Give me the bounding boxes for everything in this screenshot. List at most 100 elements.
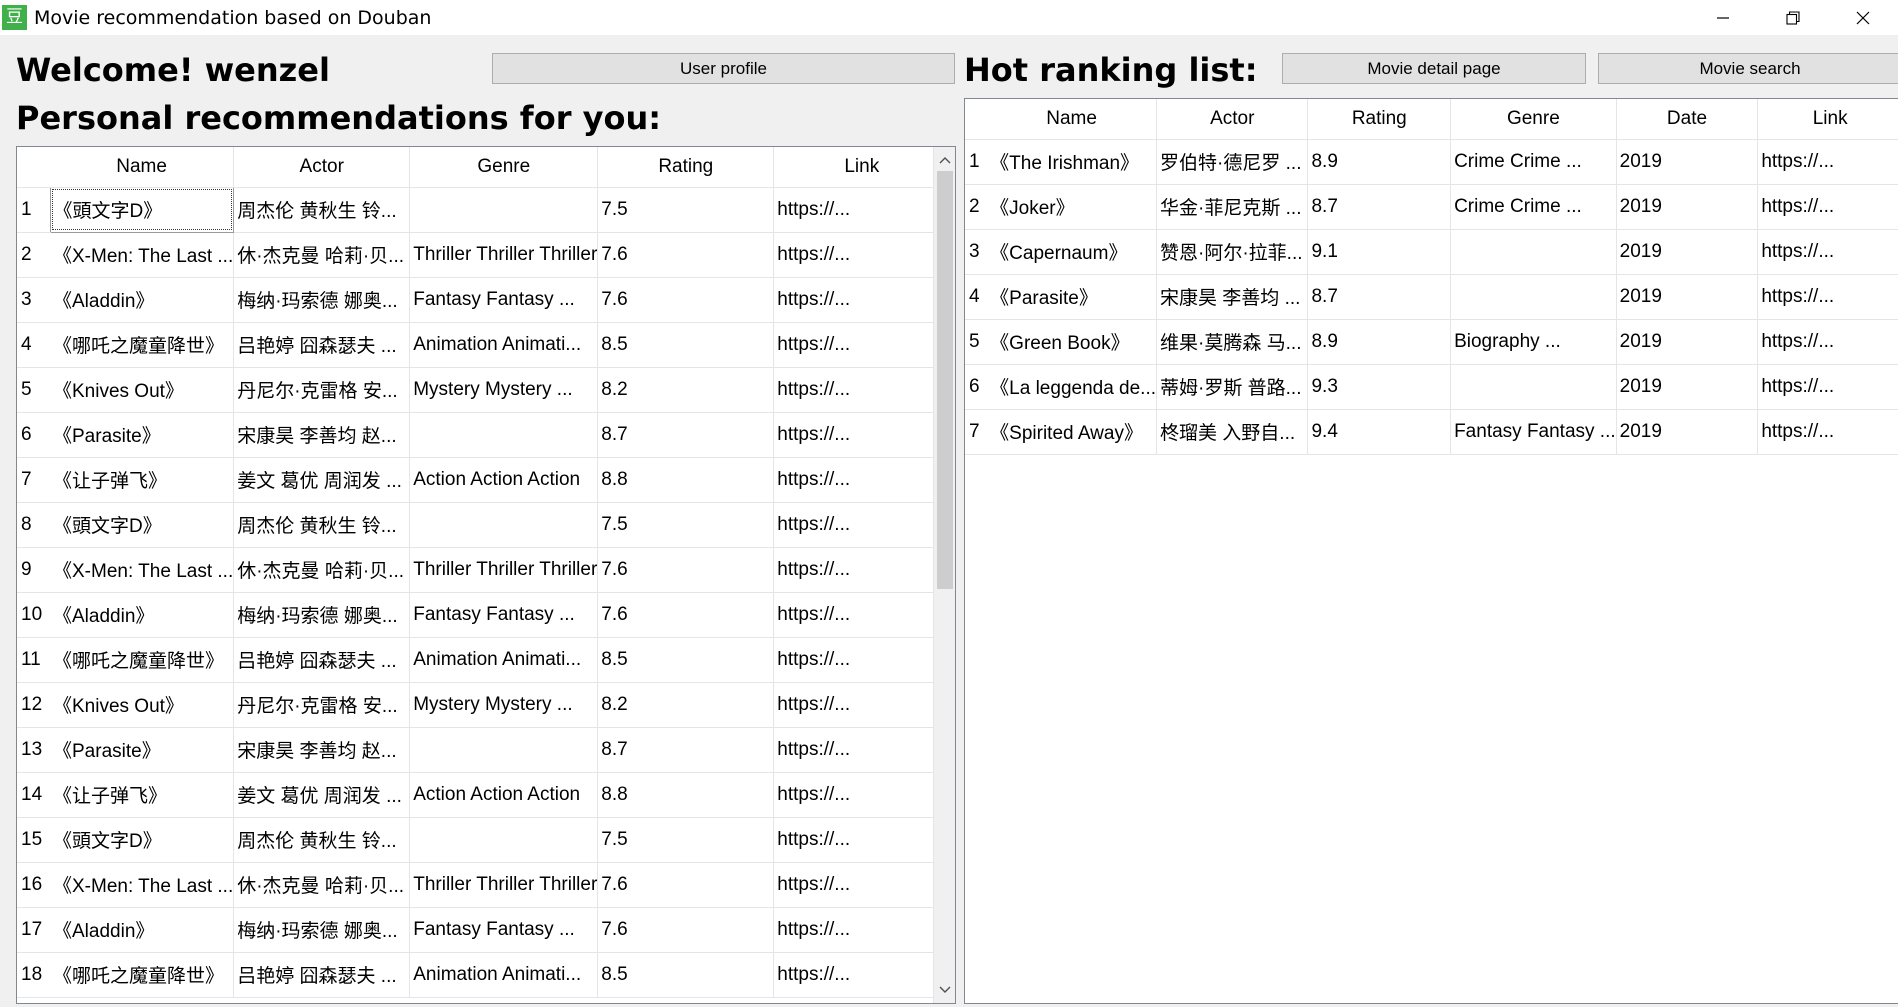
cell-genre[interactable]: Thriller Thriller Thriller <box>409 862 599 908</box>
cell-genre[interactable]: Crime Crime ... <box>1450 184 1617 230</box>
table-row[interactable]: 7 《Spirited Away》 柊瑠美 入野自... 9.4 Fantasy Fan… <box>965 409 1898 455</box>
table-row[interactable]: 18 《哪吒之魔童降世》 吕艳婷 囧森瑟夫 ... Animation Animati… <box>17 952 951 998</box>
close-button[interactable] <box>1828 0 1898 35</box>
cell-actor[interactable]: 吕艳婷 囧森瑟夫 ... <box>233 322 411 368</box>
cell-genre[interactable]: Animation Animati... <box>409 322 599 368</box>
table-row[interactable]: 14 《让子弹飞》 姜文 葛优 周润发 ... Action Action Actio… <box>17 772 951 818</box>
cell-genre[interactable] <box>409 817 599 863</box>
cell-rating[interactable]: 7.6 <box>597 547 775 593</box>
cell-actor[interactable]: 赞恩·阿尔·拉菲... <box>1156 229 1309 275</box>
cell-date[interactable]: 2019 <box>1616 409 1759 455</box>
cell-link[interactable]: https://... <box>773 817 951 863</box>
cell-name[interactable]: 《Aladdin》 <box>50 907 235 953</box>
cell-genre[interactable] <box>1450 229 1617 275</box>
cell-link[interactable]: https://... <box>773 907 951 953</box>
column-header-rating[interactable]: Rating <box>1307 99 1452 140</box>
cell-date[interactable]: 2019 <box>1616 229 1759 275</box>
cell-actor[interactable]: 休·杰克曼 哈莉·贝... <box>233 232 411 278</box>
scroll-up-arrow-icon[interactable] <box>934 149 955 171</box>
cell-date[interactable]: 2019 <box>1616 139 1759 185</box>
cell-rating[interactable]: 8.5 <box>597 637 775 683</box>
cell-rating[interactable]: 8.9 <box>1307 139 1452 185</box>
cell-genre[interactable] <box>409 412 599 458</box>
table-row[interactable]: 11 《哪吒之魔童降世》 吕艳婷 囧森瑟夫 ... Animation Animati… <box>17 637 951 683</box>
table-row[interactable]: 12 《Knives Out》 丹尼尔·克雷格 安... Mystery Myster… <box>17 682 951 728</box>
table-row[interactable]: 3 《Aladdin》 梅纳·玛索德 娜奥... Fantasy Fantasy ..… <box>17 277 951 323</box>
cell-genre[interactable]: Mystery Mystery ... <box>409 682 599 728</box>
table-row[interactable]: 6 《La leggenda de... 蒂姆·罗斯 普路... 9.3 2019 htt… <box>965 364 1898 410</box>
cell-link[interactable]: https://... <box>773 412 951 458</box>
cell-name[interactable]: 《頭文字D》 <box>50 817 235 863</box>
cell-name[interactable]: 《Parasite》 <box>50 727 235 773</box>
cell-actor[interactable]: 梅纳·玛索德 娜奥... <box>233 907 411 953</box>
cell-genre[interactable]: Thriller Thriller Thriller <box>409 232 599 278</box>
column-header-genre[interactable]: Genre <box>409 147 599 188</box>
column-header-rating[interactable]: Rating <box>597 147 775 188</box>
cell-rating[interactable]: 8.5 <box>597 322 775 368</box>
table-row[interactable]: 4 《哪吒之魔童降世》 吕艳婷 囧森瑟夫 ... Animation Animati.… <box>17 322 951 368</box>
table-row[interactable]: 17 《Aladdin》 梅纳·玛索德 娜奥... Fantasy Fantasy .… <box>17 907 951 953</box>
table-row[interactable]: 6 《Parasite》 宋康昊 李善均 赵... 8.7 https://... <box>17 412 951 458</box>
table-row[interactable]: 1 《The Irishman》 罗伯特·德尼罗 ... 8.9 Crime Crime… <box>965 139 1898 185</box>
cell-genre[interactable]: Action Action Action <box>409 772 599 818</box>
cell-link[interactable]: https://... <box>773 592 951 638</box>
cell-rating[interactable]: 7.6 <box>597 232 775 278</box>
cell-link[interactable]: https://... <box>773 862 951 908</box>
cell-rating[interactable]: 7.6 <box>597 277 775 323</box>
cell-genre[interactable]: Animation Animati... <box>409 637 599 683</box>
cell-genre[interactable] <box>1450 274 1617 320</box>
table-row[interactable]: 13 《Parasite》 宋康昊 李善均 赵... 8.7 https://... <box>17 727 951 773</box>
column-header-date[interactable]: Date <box>1616 99 1759 140</box>
cell-genre[interactable]: Crime Crime ... <box>1450 139 1617 185</box>
cell-name[interactable]: 《哪吒之魔童降世》 <box>50 322 235 368</box>
cell-link[interactable]: https://... <box>773 772 951 818</box>
cell-link[interactable]: https://... <box>1757 184 1898 230</box>
cell-actor[interactable]: 姜文 葛优 周润发 ... <box>233 772 411 818</box>
cell-name[interactable]: 《Parasite》 <box>987 274 1158 320</box>
cell-actor[interactable]: 蒂姆·罗斯 普路... <box>1156 364 1309 410</box>
cell-rating[interactable]: 7.6 <box>597 907 775 953</box>
table-row[interactable]: 4 《Parasite》 宋康昊 李善均 ... 8.7 2019 https://... <box>965 274 1898 320</box>
cell-name[interactable]: 《Green Book》 <box>987 319 1158 365</box>
cell-link[interactable]: https://... <box>773 457 951 503</box>
table-row[interactable]: 10 《Aladdin》 梅纳·玛索德 娜奥... Fantasy Fantasy .… <box>17 592 951 638</box>
cell-rating[interactable]: 8.9 <box>1307 319 1452 365</box>
cell-link[interactable]: https://... <box>773 727 951 773</box>
cell-link[interactable]: https://... <box>1757 364 1898 410</box>
cell-genre[interactable] <box>409 727 599 773</box>
cell-name[interactable]: 《X-Men: The Last ... <box>50 547 235 593</box>
cell-link[interactable]: https://... <box>773 187 951 233</box>
cell-rating[interactable]: 8.2 <box>597 367 775 413</box>
cell-genre[interactable]: Fantasy Fantasy ... <box>1450 409 1617 455</box>
cell-actor[interactable]: 休·杰克曼 哈莉·贝... <box>233 547 411 593</box>
column-header-actor[interactable]: Actor <box>1156 99 1309 140</box>
cell-genre[interactable] <box>409 187 599 233</box>
cell-rating[interactable]: 8.7 <box>597 727 775 773</box>
vertical-scrollbar[interactable] <box>933 147 955 1003</box>
cell-genre[interactable] <box>409 502 599 548</box>
cell-date[interactable]: 2019 <box>1616 364 1759 410</box>
cell-name[interactable]: 《La leggenda de... <box>987 364 1158 410</box>
cell-name[interactable]: 《Joker》 <box>987 184 1158 230</box>
table-row[interactable]: 15 《頭文字D》 周杰伦 黄秋生 铃... 7.5 https://... <box>17 817 951 863</box>
movie-search-button[interactable]: Movie search <box>1598 53 1898 84</box>
cell-rating[interactable]: 8.7 <box>597 412 775 458</box>
cell-link[interactable]: https://... <box>1757 319 1898 365</box>
cell-rating[interactable]: 8.2 <box>597 682 775 728</box>
cell-rating[interactable]: 7.6 <box>597 592 775 638</box>
restore-button[interactable] <box>1758 0 1828 35</box>
cell-name[interactable]: 《X-Men: The Last ... <box>50 232 235 278</box>
cell-name[interactable]: 《Knives Out》 <box>50 367 235 413</box>
cell-rating[interactable]: 9.4 <box>1307 409 1452 455</box>
table-row[interactable]: 2 《Joker》 华金·菲尼克斯 ... 8.7 Crime Crime ... 201… <box>965 184 1898 230</box>
cell-genre[interactable]: Fantasy Fantasy ... <box>409 592 599 638</box>
table-row[interactable]: 8 《頭文字D》 周杰伦 黄秋生 铃... 7.5 https://... <box>17 502 951 548</box>
cell-link[interactable]: https://... <box>773 232 951 278</box>
cell-link[interactable]: https://... <box>773 502 951 548</box>
cell-name[interactable]: 《Aladdin》 <box>50 277 235 323</box>
cell-actor[interactable]: 梅纳·玛索德 娜奥... <box>233 592 411 638</box>
cell-name[interactable]: 《頭文字D》 <box>49 186 235 233</box>
cell-genre[interactable]: Mystery Mystery ... <box>409 367 599 413</box>
cell-actor[interactable]: 华金·菲尼克斯 ... <box>1156 184 1309 230</box>
cell-name[interactable]: 《让子弹飞》 <box>50 772 235 818</box>
